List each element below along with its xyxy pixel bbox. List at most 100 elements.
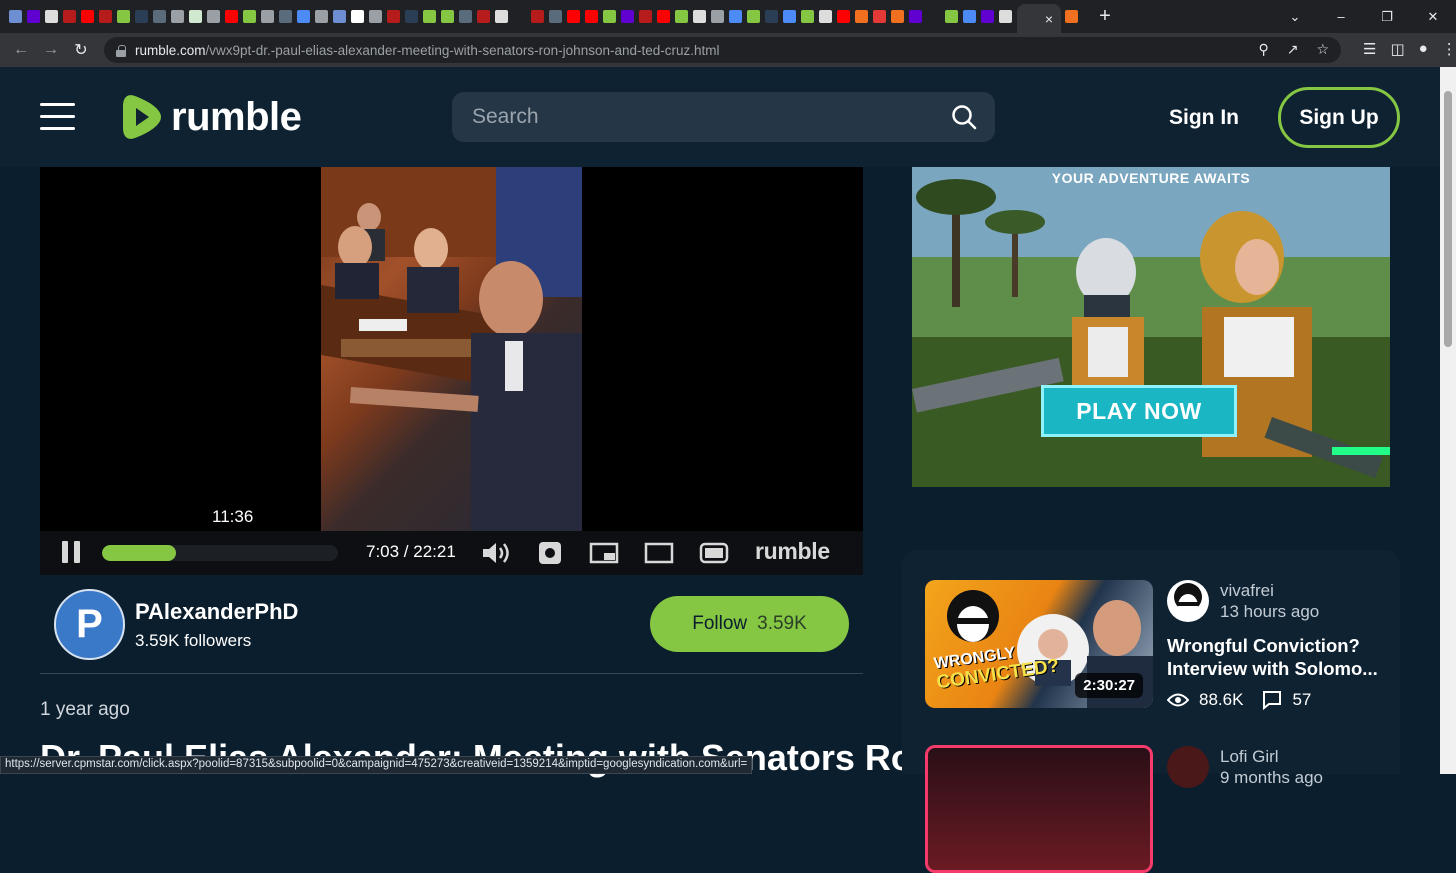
- bookmark-star-icon[interactable]: ☆: [1316, 41, 1329, 58]
- tab-favicon[interactable]: [531, 10, 544, 23]
- tab-favicon[interactable]: [891, 10, 904, 23]
- tab-favicon[interactable]: [243, 10, 256, 23]
- tab-favicon[interactable]: [261, 10, 274, 23]
- tab-favicon[interactable]: [801, 10, 814, 23]
- side-panel-icon[interactable]: ◫: [1390, 40, 1404, 58]
- tab-favicon[interactable]: [693, 10, 706, 23]
- active-tab[interactable]: ×: [1017, 4, 1061, 33]
- theater-mode-icon[interactable]: [644, 539, 674, 567]
- tab-favicon[interactable]: [675, 10, 688, 23]
- tab-favicon[interactable]: [441, 10, 454, 23]
- tab-favicon[interactable]: [621, 10, 634, 23]
- tab-favicon[interactable]: [837, 10, 850, 23]
- video-player[interactable]: 11:36 7:03 / 22:21 rumble: [40, 167, 863, 575]
- close-window-icon[interactable]: ✕: [1410, 9, 1456, 25]
- close-tab-icon[interactable]: ×: [1045, 11, 1053, 27]
- tab-favicon[interactable]: [495, 10, 508, 23]
- new-tab-button[interactable]: +: [1093, 5, 1117, 28]
- tab-favicon[interactable]: [981, 10, 994, 23]
- tab-favicon[interactable]: [585, 10, 598, 23]
- reload-icon[interactable]: ↻: [66, 40, 96, 60]
- tab-favicon[interactable]: [459, 10, 472, 23]
- tab-favicon[interactable]: [81, 10, 94, 23]
- lock-icon[interactable]: [116, 44, 126, 57]
- tab-favicon[interactable]: [729, 10, 742, 23]
- tab-favicon[interactable]: [711, 10, 724, 23]
- tab-favicon[interactable]: [405, 10, 418, 23]
- tab-favicon[interactable]: [1065, 10, 1078, 23]
- search-bar[interactable]: [452, 92, 995, 142]
- channel-name[interactable]: PAlexanderPhD: [135, 599, 298, 625]
- hamburger-menu-icon[interactable]: [40, 103, 75, 130]
- tab-favicon[interactable]: [819, 10, 832, 23]
- zoom-icon[interactable]: ⚲: [1258, 41, 1268, 58]
- player-rumble-logo[interactable]: rumble: [755, 538, 830, 565]
- tab-favicon[interactable]: [783, 10, 796, 23]
- tab-favicon[interactable]: [225, 10, 238, 23]
- related-channel-name-2[interactable]: Lofi Girl: [1220, 747, 1279, 767]
- tab-favicon[interactable]: [873, 10, 886, 23]
- sign-in-link[interactable]: Sign In: [1169, 106, 1239, 130]
- back-icon[interactable]: ←: [6, 41, 36, 59]
- maximize-icon[interactable]: ❐: [1364, 9, 1410, 25]
- tab-favicon[interactable]: [369, 10, 382, 23]
- tab-favicon[interactable]: [9, 10, 22, 23]
- ad-banner[interactable]: YOUR ADVENTURE AWAITS PLAY NOW: [912, 167, 1390, 487]
- page-scrollbar[interactable]: [1440, 67, 1456, 774]
- progress-bar[interactable]: [102, 545, 338, 561]
- tab-search-icon[interactable]: ⌄: [1272, 9, 1318, 25]
- tab-favicon[interactable]: [657, 10, 670, 23]
- ad-play-now-button[interactable]: PLAY NOW: [1041, 385, 1237, 437]
- related-video-thumbnail[interactable]: WRONGLY CONVICTED? 2:30:27: [925, 580, 1153, 708]
- tab-favicon[interactable]: [45, 10, 58, 23]
- tab-favicon[interactable]: [909, 10, 922, 23]
- tab-favicon[interactable]: [297, 10, 310, 23]
- tab-favicon[interactable]: [423, 10, 436, 23]
- channel-avatar[interactable]: P: [54, 589, 125, 660]
- tab-favicon[interactable]: [189, 10, 202, 23]
- tab-favicon[interactable]: [639, 10, 652, 23]
- volume-icon[interactable]: [481, 539, 511, 567]
- tab-favicon[interactable]: [135, 10, 148, 23]
- address-bar[interactable]: rumble.com/vwx9pt-dr.-paul-elias-alexand…: [104, 37, 1341, 63]
- forward-icon[interactable]: →: [36, 41, 66, 59]
- minimize-icon[interactable]: –: [1318, 9, 1364, 24]
- tab-favicon[interactable]: [765, 10, 778, 23]
- tab-favicon[interactable]: [549, 10, 562, 23]
- tab-favicon[interactable]: [567, 10, 580, 23]
- share-icon[interactable]: ↗: [1287, 41, 1299, 58]
- search-input[interactable]: [472, 104, 932, 130]
- tab-favicon[interactable]: [855, 10, 868, 23]
- tab-favicon[interactable]: [927, 10, 940, 23]
- rumble-logo[interactable]: rumble: [121, 94, 302, 140]
- tab-favicon[interactable]: [351, 10, 364, 23]
- media-control-icon[interactable]: ☰: [1363, 40, 1376, 58]
- tab-favicon[interactable]: [27, 10, 40, 23]
- fullscreen-icon[interactable]: [699, 539, 729, 567]
- tab-favicon[interactable]: [999, 10, 1012, 23]
- tab-favicon[interactable]: [279, 10, 292, 23]
- tab-favicon[interactable]: [333, 10, 346, 23]
- related-video-title[interactable]: Wrongful Conviction? Interview with Solo…: [1167, 634, 1382, 680]
- tab-favicon[interactable]: [747, 10, 760, 23]
- tab-favicon[interactable]: [171, 10, 184, 23]
- tab-favicon[interactable]: [117, 10, 130, 23]
- related-channel-avatar-2[interactable]: [1167, 746, 1209, 788]
- tab-favicon[interactable]: [99, 10, 112, 23]
- pause-icon[interactable]: [62, 541, 80, 563]
- picture-in-picture-icon[interactable]: [589, 539, 619, 567]
- settings-gear-icon[interactable]: [536, 539, 564, 567]
- profile-icon[interactable]: ●: [1419, 40, 1428, 58]
- tab-favicon[interactable]: [603, 10, 616, 23]
- sign-up-button[interactable]: Sign Up: [1278, 87, 1400, 148]
- tab-favicon[interactable]: [477, 10, 490, 23]
- video-frame[interactable]: [321, 167, 582, 531]
- tab-favicon[interactable]: [963, 10, 976, 23]
- tab-favicon[interactable]: [945, 10, 958, 23]
- follow-button[interactable]: Follow 3.59K: [650, 596, 849, 652]
- tab-favicon[interactable]: [387, 10, 400, 23]
- tab-favicon[interactable]: [153, 10, 166, 23]
- tab-favicon[interactable]: [513, 10, 526, 23]
- scrollbar-thumb[interactable]: [1444, 91, 1452, 347]
- related-channel-avatar[interactable]: [1167, 580, 1209, 622]
